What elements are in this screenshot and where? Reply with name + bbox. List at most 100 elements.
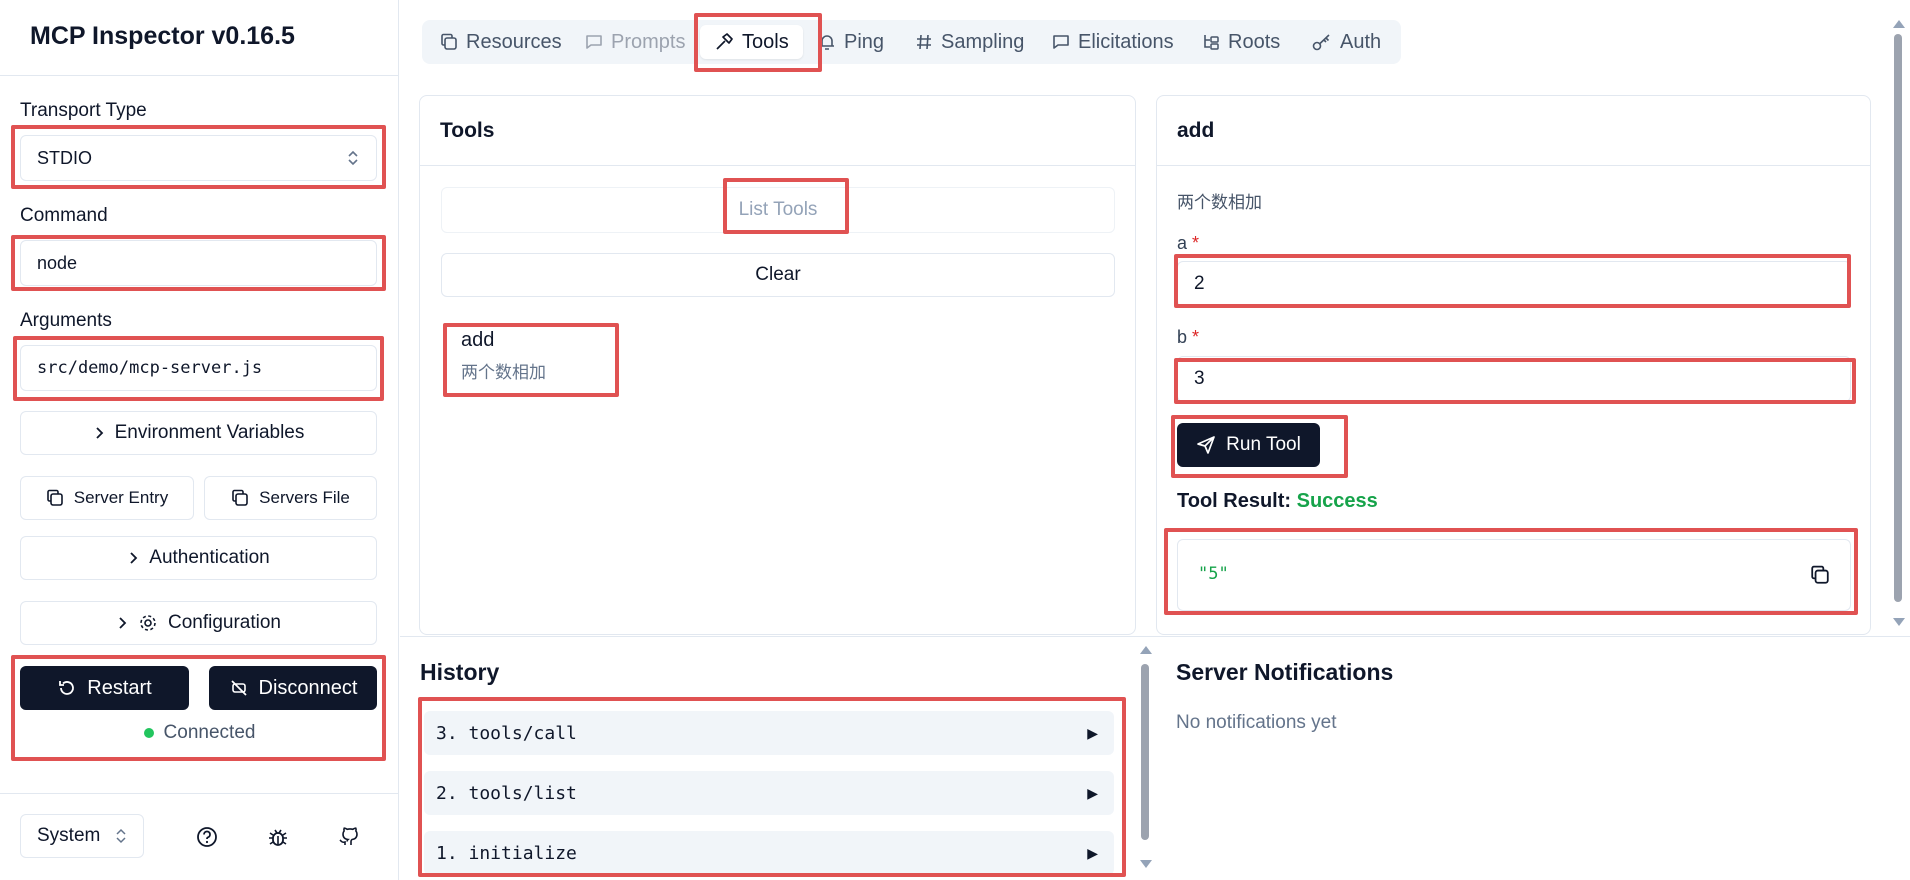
tool-detail-description: 两个数相加 xyxy=(1177,193,1262,212)
tab-resources[interactable]: Resources xyxy=(440,25,562,59)
chevron-right-icon xyxy=(116,616,128,630)
tool-result-box: "5" xyxy=(1177,539,1851,611)
main-scrollbar[interactable] xyxy=(1892,20,1905,630)
history-scrollbar[interactable] xyxy=(1139,642,1152,874)
disconnect-label: Disconnect xyxy=(258,676,358,699)
environment-variables-button[interactable]: Environment Variables xyxy=(20,411,377,455)
chevron-right-icon xyxy=(93,426,105,440)
server-entry-label: Server Entry xyxy=(73,488,169,507)
param-b-value: 3 xyxy=(1194,368,1205,389)
required-marker: * xyxy=(1192,233,1200,253)
scrollbar-thumb[interactable] xyxy=(1141,664,1149,840)
command-value: node xyxy=(37,252,78,273)
tab-resources-label: Resources xyxy=(466,30,562,53)
connection-status-label: Connected xyxy=(163,722,256,743)
environment-variables-label: Environment Variables xyxy=(114,422,305,443)
history-item-label: 2. tools/list xyxy=(436,782,577,804)
run-tool-label: Run Tool xyxy=(1226,434,1301,455)
tool-detail-panel: add 两个数相加 a * 2 b * 3 Run Tool Tool Resu… xyxy=(1156,95,1871,635)
tools-panel: Tools List Tools Clear add 两个数相加 xyxy=(419,95,1136,635)
history-item[interactable]: 3. tools/call ▶ xyxy=(424,711,1114,755)
key-icon xyxy=(1312,33,1332,51)
restart-button[interactable]: Restart xyxy=(20,666,189,710)
tab-bar: Resources Prompts Tools Ping Sampling El… xyxy=(422,20,1401,64)
server-entry-button[interactable]: Server Entry xyxy=(20,476,194,520)
hash-icon xyxy=(915,33,933,51)
authentication-button[interactable]: Authentication xyxy=(20,536,377,580)
param-a-input[interactable]: 2 xyxy=(1177,261,1851,307)
folder-tree-icon xyxy=(1202,33,1220,51)
list-tools-button[interactable]: List Tools xyxy=(441,187,1115,233)
history-title: History xyxy=(420,659,500,685)
param-a-label-text: a xyxy=(1177,233,1188,253)
tab-tools[interactable]: Tools xyxy=(700,25,803,59)
help-icon[interactable] xyxy=(196,826,218,848)
message-icon xyxy=(585,33,603,51)
theme-select[interactable]: System xyxy=(20,814,144,858)
chevrons-up-down-icon xyxy=(346,149,360,167)
configuration-label: Configuration xyxy=(167,612,282,633)
param-b-label: b * xyxy=(1177,327,1199,348)
scroll-up-icon[interactable] xyxy=(1140,646,1152,654)
tab-ping-label: Ping xyxy=(844,30,885,53)
tab-auth[interactable]: Auth xyxy=(1312,25,1381,59)
rotate-ccw-icon xyxy=(57,678,77,698)
tool-result-heading: Tool Result: Success xyxy=(1177,490,1378,513)
command-label: Command xyxy=(20,205,108,226)
clear-button[interactable]: Clear xyxy=(441,253,1115,297)
copy-icon xyxy=(46,489,64,507)
message-icon xyxy=(1052,33,1070,51)
arguments-value: src/demo/mcp-server.js xyxy=(37,358,263,378)
tool-result-status: Success xyxy=(1296,490,1378,512)
scroll-down-icon[interactable] xyxy=(1893,618,1905,626)
connection-status: Connected xyxy=(0,722,399,744)
bottom-divider xyxy=(400,636,1910,637)
configuration-button[interactable]: Configuration xyxy=(20,601,377,645)
gear-icon xyxy=(138,613,158,633)
chevron-right-icon xyxy=(127,551,139,565)
tool-list-item-add[interactable]: add 两个数相加 xyxy=(461,329,546,383)
tab-roots[interactable]: Roots xyxy=(1202,25,1280,59)
notifications-empty: No notifications yet xyxy=(1176,712,1337,733)
expand-arrow-icon: ▶ xyxy=(1087,784,1098,801)
tab-elicitations[interactable]: Elicitations xyxy=(1052,25,1174,59)
tool-description: 两个数相加 xyxy=(461,363,546,382)
command-input[interactable]: node xyxy=(20,240,377,286)
tool-result-label: Tool Result: xyxy=(1177,490,1292,512)
bug-icon[interactable] xyxy=(267,826,289,848)
tab-sampling[interactable]: Sampling xyxy=(915,25,1024,59)
tab-tools-label: Tools xyxy=(742,30,789,53)
theme-value: System xyxy=(37,825,101,846)
arguments-input[interactable]: src/demo/mcp-server.js xyxy=(20,345,377,391)
copy-result-icon[interactable] xyxy=(1810,565,1830,585)
transport-type-select[interactable]: STDIO xyxy=(20,135,377,181)
tab-prompts[interactable]: Prompts xyxy=(585,25,685,59)
sidebar-divider xyxy=(0,793,399,794)
authentication-label: Authentication xyxy=(149,547,270,568)
tab-ping[interactable]: Ping xyxy=(818,25,884,59)
sidebar-divider xyxy=(0,75,399,76)
transport-type-label: Transport Type xyxy=(20,100,147,121)
hammer-icon xyxy=(714,32,734,52)
disconnect-button[interactable]: Disconnect xyxy=(209,666,377,710)
tool-detail-title: add xyxy=(1157,96,1870,166)
tools-panel-title: Tools xyxy=(420,96,1135,166)
history-item[interactable]: 2. tools/list ▶ xyxy=(424,771,1114,815)
tab-sampling-label: Sampling xyxy=(941,30,1025,53)
scroll-down-icon[interactable] xyxy=(1140,860,1152,868)
server-notifications-title: Server Notifications xyxy=(1176,659,1394,685)
param-a-label: a * xyxy=(1177,233,1199,254)
tool-name: add xyxy=(461,329,495,351)
scrollbar-thumb[interactable] xyxy=(1894,34,1902,602)
expand-arrow-icon: ▶ xyxy=(1087,724,1098,741)
github-icon[interactable] xyxy=(337,826,359,848)
servers-file-button[interactable]: Servers File xyxy=(204,476,377,520)
copy-icon xyxy=(440,33,458,51)
scroll-up-icon[interactable] xyxy=(1893,20,1905,28)
history-item[interactable]: 1. initialize ▶ xyxy=(424,831,1114,875)
run-tool-button[interactable]: Run Tool xyxy=(1177,423,1320,467)
param-a-value: 2 xyxy=(1194,273,1205,294)
param-b-input[interactable]: 3 xyxy=(1177,356,1851,402)
clear-label: Clear xyxy=(755,264,801,285)
history-item-label: 1. initialize xyxy=(436,842,577,864)
